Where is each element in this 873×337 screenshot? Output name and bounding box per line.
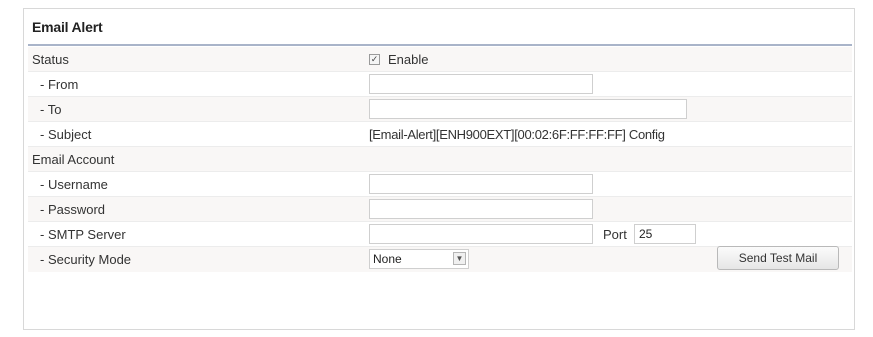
username-row: - Username — [28, 172, 852, 197]
smtp-server-field[interactable] — [369, 224, 593, 244]
send-test-mail-button[interactable]: Send Test Mail — [717, 246, 839, 270]
status-label: Status — [32, 52, 69, 67]
enable-label: Enable — [388, 52, 429, 67]
password-field[interactable] — [369, 199, 593, 219]
password-label: - Password — [40, 202, 106, 217]
subject-field[interactable]: [Email-Alert][ENH900EXT][00:02:6F:FF:FF:… — [369, 127, 665, 142]
title-divider — [28, 44, 852, 46]
panel-title: Email Alert — [32, 19, 103, 35]
from-row: - From — [28, 72, 852, 97]
smtp-server-label: - SMTP Server — [40, 227, 126, 242]
security-mode-label: - Security Mode — [40, 252, 132, 267]
email-alert-panel: Email Alert Status ✓ Enable - From - To … — [23, 8, 855, 330]
to-field[interactable] — [369, 99, 687, 119]
security-mode-row: - Security Mode None ▼ Send Test Mail — [28, 246, 852, 272]
username-field[interactable] — [369, 174, 593, 194]
security-mode-value: None — [373, 252, 402, 266]
status-row: Status ✓ Enable — [28, 47, 852, 72]
email-account-row: Email Account — [28, 147, 852, 172]
from-label: - From — [40, 77, 79, 92]
security-mode-select[interactable]: None ▼ — [369, 249, 469, 269]
port-field[interactable] — [634, 224, 696, 244]
subject-row: - Subject [Email-Alert][ENH900EXT][00:02… — [28, 122, 852, 147]
username-label: - Username — [40, 177, 108, 192]
subject-label: - Subject — [40, 127, 92, 142]
to-label: - To — [40, 102, 62, 117]
to-row: - To — [28, 97, 852, 122]
dropdown-arrow-icon[interactable]: ▼ — [453, 252, 466, 265]
password-row: - Password — [28, 197, 852, 222]
from-field[interactable] — [369, 74, 593, 94]
port-label: Port — [603, 227, 627, 242]
enable-toggle[interactable]: ✓ Enable — [369, 52, 428, 67]
smtp-server-row: - SMTP Server Port — [28, 222, 852, 247]
email-account-label: Email Account — [32, 152, 115, 167]
checkbox-checked-icon[interactable]: ✓ — [369, 54, 380, 65]
